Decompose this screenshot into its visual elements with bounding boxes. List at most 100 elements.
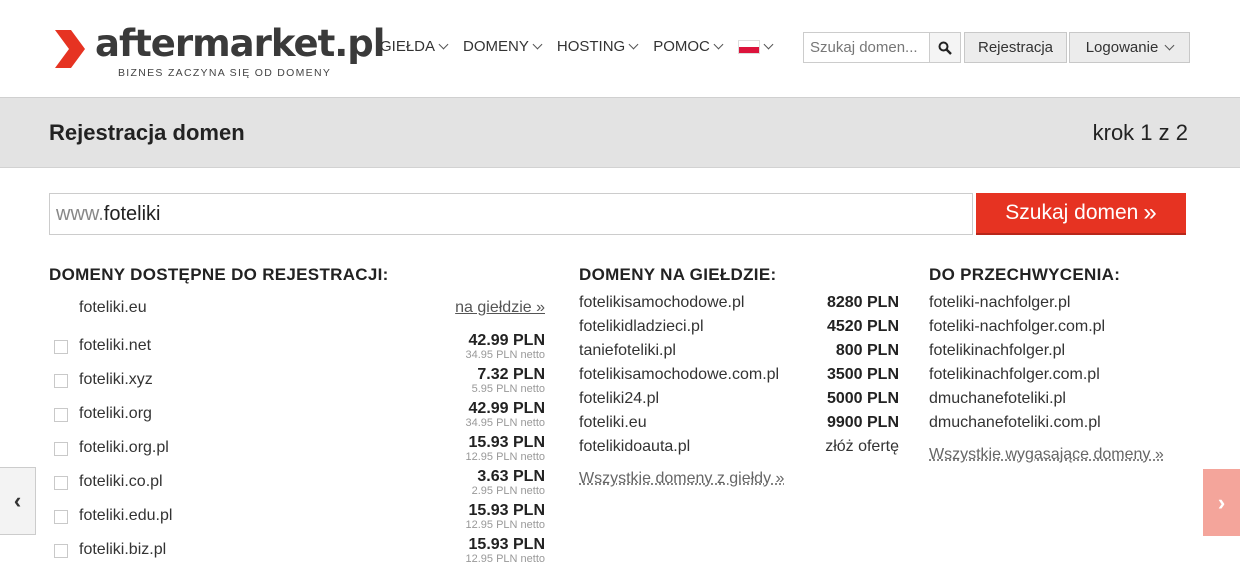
- nav-label: DOMENY: [463, 38, 529, 55]
- domain-checkbox[interactable]: [54, 544, 68, 558]
- domain-name: foteliki.net: [79, 337, 152, 354]
- market-price: 4520 PLN: [826, 318, 899, 335]
- make-offer-link[interactable]: złóż ofertę: [825, 438, 899, 456]
- register-button[interactable]: Rejestracja: [964, 32, 1067, 63]
- market-price: 5000 PLN: [826, 390, 899, 407]
- nav-gielda[interactable]: GIEŁDA: [380, 38, 449, 55]
- domain-name: foteliki24.pl: [579, 390, 660, 407]
- step-indicator: krok 1 z 2: [1092, 120, 1188, 145]
- login-button[interactable]: Logowanie: [1069, 32, 1190, 63]
- nav-label: GIEŁDA: [380, 38, 436, 55]
- search-domains-label: Szukaj domen: [1005, 201, 1139, 224]
- header-search-input[interactable]: [804, 33, 940, 62]
- www-prefix: www.: [56, 202, 104, 225]
- search-icon: [938, 41, 952, 55]
- site-header: aftermarket.pl BIZNES ZACZYNA SIĘ OD DOM…: [0, 0, 1240, 98]
- market-price: 8280 PLN: [826, 294, 899, 311]
- price-net: 5.95 PLN netto: [471, 383, 545, 395]
- domain-checkbox[interactable]: [54, 442, 68, 456]
- on-market-link[interactable]: na giełdzie »: [455, 299, 545, 317]
- domain-checkbox[interactable]: [54, 510, 68, 524]
- price-net: 12.95 PLN netto: [465, 519, 545, 531]
- search-domains-button[interactable]: Szukaj domen »: [976, 193, 1186, 235]
- expiring-domain[interactable]: fotelikinachfolger.pl: [929, 342, 1065, 360]
- poland-flag-icon: [737, 39, 760, 54]
- logo[interactable]: aftermarket.pl BIZNES ZACZYNA SIĘ OD DOM…: [55, 22, 385, 86]
- domain-name: foteliki.eu: [579, 414, 647, 431]
- domain-name: foteliki.org.pl: [79, 439, 169, 456]
- chevron-down-icon: [438, 39, 449, 49]
- domain-checkbox[interactable]: [54, 408, 68, 422]
- market-row[interactable]: fotelikidoauta.pl złóż ofertę: [579, 438, 899, 462]
- language-selector[interactable]: [737, 39, 774, 54]
- list-item: foteliki.org 42.99 PLN 34.95 PLN netto: [49, 400, 545, 434]
- nav-label: POMOC: [653, 38, 710, 55]
- domain-name: fotelikidoauta.pl: [579, 438, 691, 455]
- list-item: foteliki.org.pl 15.93 PLN 12.95 PLN nett…: [49, 434, 545, 468]
- expiring-domain[interactable]: dmuchanefoteliki.pl: [929, 390, 1066, 408]
- nav-pomoc[interactable]: POMOC: [653, 38, 724, 55]
- list-item: foteliki.co.pl 3.63 PLN 2.95 PLN netto: [49, 468, 545, 502]
- market-row[interactable]: fotelikisamochodowe.com.pl 3500 PLN: [579, 366, 899, 390]
- domain-checkbox[interactable]: [54, 374, 68, 388]
- price-net: 34.95 PLN netto: [465, 417, 545, 429]
- market-price: 800 PLN: [835, 342, 899, 359]
- price-gross: 15.93 PLN: [468, 536, 545, 553]
- chevron-down-icon: [713, 39, 724, 49]
- domain-checkbox[interactable]: [54, 340, 68, 354]
- chevron-down-icon: [532, 39, 543, 49]
- expiring-domain[interactable]: dmuchanefoteliki.com.pl: [929, 414, 1101, 432]
- domain-checkbox[interactable]: [54, 476, 68, 490]
- expiring-domain[interactable]: foteliki-nachfolger.com.pl: [929, 318, 1105, 336]
- search-button[interactable]: [929, 33, 960, 62]
- price-gross: 42.99 PLN: [468, 332, 545, 349]
- expiring-domain[interactable]: fotelikinachfolger.com.pl: [929, 366, 1100, 384]
- market-row[interactable]: fotelikidladzieci.pl 4520 PLN: [579, 318, 899, 342]
- market-row[interactable]: foteliki24.pl 5000 PLN: [579, 390, 899, 414]
- login-label: Logowanie: [1085, 39, 1159, 56]
- price-gross: 7.32 PLN: [477, 366, 545, 383]
- domain-name: foteliki.biz.pl: [79, 541, 167, 558]
- all-expiring-domains-link[interactable]: Wszystkie wygasające domeny »: [929, 446, 1164, 464]
- expiring-domain[interactable]: foteliki-nachfolger.pl: [929, 294, 1070, 312]
- title-bar: Rejestracja domen krok 1 z 2: [0, 98, 1240, 168]
- market-row[interactable]: foteliki.eu 9900 PLN: [579, 414, 899, 438]
- nav-label: HOSTING: [556, 38, 626, 55]
- nav-domeny[interactable]: DOMENY: [463, 38, 543, 55]
- domain-name: foteliki.co.pl: [79, 473, 163, 490]
- logo-name: aftermarket.pl: [95, 22, 385, 65]
- domain-name: foteliki.xyz: [79, 371, 153, 388]
- chevron-down-icon: [763, 39, 774, 49]
- main-nav: GIEŁDA DOMENY HOSTING POMOC: [380, 38, 788, 55]
- price-net: 12.95 PLN netto: [465, 451, 545, 463]
- chevron-down-icon: [1164, 40, 1175, 50]
- market-price: 9900 PLN: [826, 414, 899, 431]
- domain-search-input[interactable]: www. foteliki: [49, 193, 973, 235]
- price-net: 12.95 PLN netto: [465, 553, 545, 565]
- logo-arrow-icon: [55, 30, 85, 68]
- price-gross: 3.63 PLN: [477, 468, 545, 485]
- price-net: 2.95 PLN netto: [471, 485, 545, 497]
- list-item: foteliki.edu.pl 15.93 PLN 12.95 PLN nett…: [49, 502, 545, 536]
- market-row[interactable]: fotelikisamochodowe.pl 8280 PLN: [579, 294, 899, 318]
- market-heading: DOMENY NA GIEŁDZIE:: [579, 265, 777, 284]
- list-item: foteliki.net 42.99 PLN 34.95 PLN netto: [49, 332, 545, 366]
- domain-name: fotelikidladzieci.pl: [579, 318, 704, 335]
- domain-name: foteliki.eu: [79, 299, 147, 316]
- domain-name: foteliki.edu.pl: [79, 507, 173, 524]
- domain-name: taniefoteliki.pl: [579, 342, 676, 359]
- market-row[interactable]: taniefoteliki.pl 800 PLN: [579, 342, 899, 366]
- price-net: 34.95 PLN netto: [465, 349, 545, 361]
- page-title: Rejestracja domen: [49, 120, 245, 145]
- nav-hosting[interactable]: HOSTING: [556, 38, 639, 55]
- domain-name: fotelikisamochodowe.pl: [579, 294, 745, 311]
- market-price: 3500 PLN: [826, 366, 899, 383]
- carousel-prev-button[interactable]: ‹: [0, 467, 36, 535]
- chevron-left-icon: ‹: [13, 488, 22, 513]
- carousel-next-button[interactable]: ›: [1203, 469, 1240, 536]
- price-gross: 42.99 PLN: [468, 400, 545, 417]
- domain-name: foteliki.org: [79, 405, 152, 422]
- domain-search-value: foteliki: [103, 202, 161, 225]
- all-market-domains-link[interactable]: Wszystkie domeny z giełdy »: [579, 470, 784, 488]
- chevron-right-icon: ›: [1217, 489, 1226, 515]
